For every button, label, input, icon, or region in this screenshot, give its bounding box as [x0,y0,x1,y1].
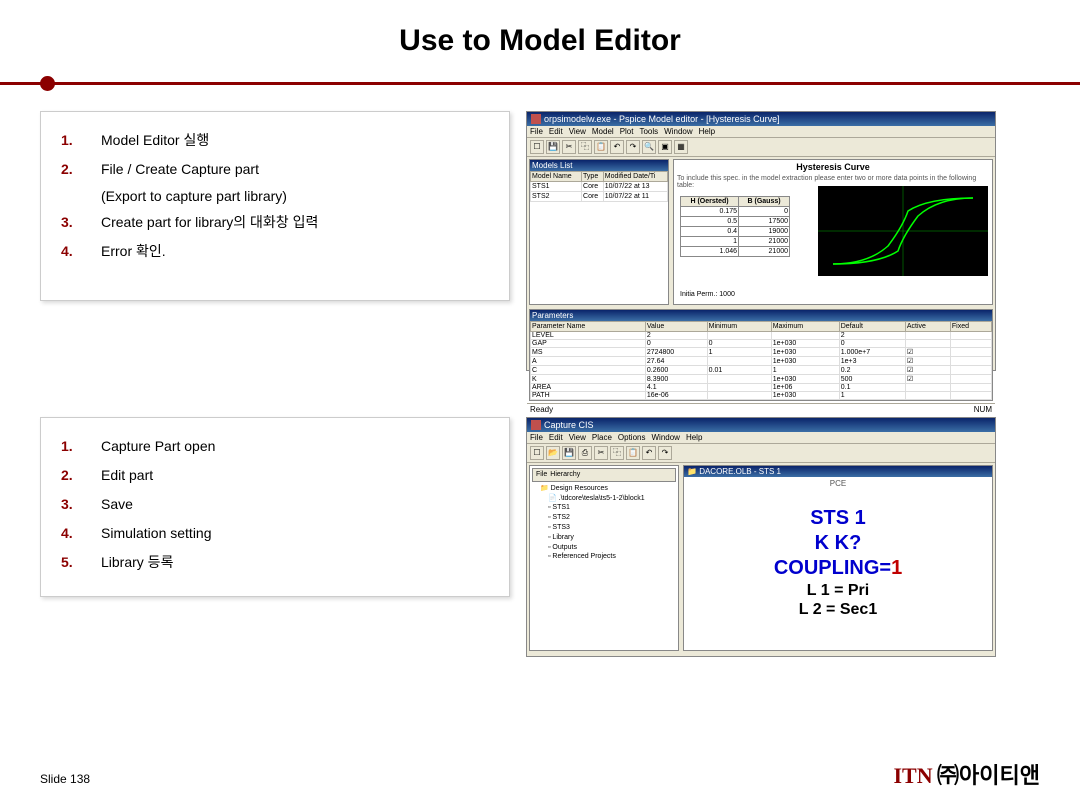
instruction-box-1: 1.Model Editor 실행 2.File / Create Capture… [40,111,510,301]
grid-icon[interactable]: ▦ [674,140,688,154]
save-icon[interactable]: 💾 [546,140,560,154]
toolbar[interactable]: ☐💾✂⿻📋↶↷🔍▣▦ [527,138,995,157]
list-item: 1.Model Editor 실행 [61,130,489,151]
bh-table[interactable]: H (Oersted)B (Gauss)0.17500.5175000.4190… [680,196,790,257]
list-item: 3.Create part for library의 대화창 입력 [61,212,489,233]
menu-item[interactable]: View [569,127,586,136]
sym-coupling: COUPLING=1 [684,556,992,581]
print-icon[interactable]: ⎙ [578,446,592,460]
capture-app: Capture CIS File Edit View Place Options Wind… [526,417,996,657]
schematic-symbol: STS 1 K K? COUPLING=1 L 1 = Pri L 2 = Se… [684,490,992,619]
list-item: 1.Capture Part open [61,436,489,457]
hysteresis-panel: Hysteresis Curve To include this spec. i… [673,159,993,305]
menu-item[interactable]: File [530,127,543,136]
app-icon [531,420,541,430]
hysteresis-plot [818,186,988,276]
tree-item[interactable]: ▫ Library [532,533,676,543]
menu-item[interactable]: Options [618,433,646,442]
menu-item[interactable]: View [569,433,586,442]
menu-item[interactable]: Edit [549,127,563,136]
toolbar[interactable]: ☐📂💾⎙✂⿻📋↶↷ [527,444,995,463]
slide-number: Slide 138 [40,772,90,786]
cut-icon[interactable]: ✂ [594,446,608,460]
models-table[interactable]: Model NameTypeModified Date/TiSTS1Core10… [530,171,668,202]
sym-l1: L 1 = Pri [684,581,992,600]
fit-icon[interactable]: ▣ [658,140,672,154]
brand: ITN ㈜아이티앤 [893,758,1040,790]
init-perm: Initia Perm.: 1000 [680,291,735,298]
menu-item[interactable]: Tools [639,127,658,136]
menu-item[interactable]: Model [592,127,614,136]
list-item: 4.Error 확인. [61,241,489,262]
menu-item[interactable]: Place [592,433,612,442]
list-item: 3.Save [61,494,489,515]
hysteresis-title: Hysteresis Curve [674,160,992,174]
instruction-box-2: 1.Capture Part open 2.Edit part 3.Save 4.Si… [40,417,510,597]
redo-icon[interactable]: ↷ [658,446,672,460]
titlebar: orpsimodelw.exe - Pspice Model editor - … [527,112,995,126]
divider [0,82,1080,85]
list-item: 2.File / Create Capture part [61,159,489,180]
models-list-panel: Models List Model NameTypeModified Date/… [529,159,669,305]
list-item-sub: (Export to capture part library) [101,188,489,204]
tree-item[interactable]: ▫ Outputs [532,543,676,553]
cut-icon[interactable]: ✂ [562,140,576,154]
paste-icon[interactable]: 📋 [594,140,608,154]
zoom-icon[interactable]: 🔍 [642,140,656,154]
tree-item[interactable]: ▫ STS2 [532,513,676,523]
statusbar: ReadyNUM [527,403,995,415]
menu-item[interactable]: Help [686,433,702,442]
copy-icon[interactable]: ⿻ [578,140,592,154]
sym-l2: L 2 = Sec1 [684,600,992,619]
menu-item[interactable]: Help [699,127,715,136]
models-list-header: Models List [530,160,668,171]
tree-item[interactable]: ▫ Referenced Projects [532,552,676,562]
schematic-panel: 📁 DACORE.OLB - STS 1 PCE STS 1 K K? COUP… [683,465,993,651]
menu-item[interactable]: Window [664,127,692,136]
tree-item[interactable]: 📄 .\tdcore\tesla\ts5-1-2\block1 [532,494,676,504]
new-icon[interactable]: ☐ [530,446,544,460]
parameters-table[interactable]: Parameter NameValueMinimumMaximumDefault… [530,321,992,400]
menubar[interactable]: File Edit View Place Options Window Help [527,432,995,444]
open-icon[interactable]: ☐ [530,140,544,154]
pce-label: PCE [684,477,992,490]
paste-icon[interactable]: 📋 [626,446,640,460]
project-tree[interactable]: FileHierarchy 📁 Design Resources 📄 .\tdc… [529,465,679,651]
tree-item[interactable]: ▫ STS1 [532,503,676,513]
undo-icon[interactable]: ↶ [610,140,624,154]
menubar[interactable]: File Edit View Model Plot Tools Window Help [527,126,995,138]
tree-tabs[interactable]: FileHierarchy [532,468,676,482]
list-item: 5.Library 등록 [61,552,489,573]
copy-icon[interactable]: ⿻ [610,446,624,460]
sym-kk: K K? [684,531,992,556]
page-title: Use to Model Editor [0,0,1080,58]
sym-refdes: STS 1 [684,506,992,531]
save-icon[interactable]: 💾 [562,446,576,460]
parameters-header: Parameters [530,310,992,321]
menu-item[interactable]: Edit [549,433,563,442]
list-item: 2.Edit part [61,465,489,486]
open-icon[interactable]: 📂 [546,446,560,460]
tree-root[interactable]: 📁 Design Resources [532,484,676,494]
menu-item[interactable]: File [530,433,543,442]
schematic-title: 📁 DACORE.OLB - STS 1 [684,466,992,477]
model-editor-app: orpsimodelw.exe - Pspice Model editor - … [526,111,996,371]
parameters-panel: Parameters Parameter NameValueMinimumMax… [529,309,993,401]
titlebar: Capture CIS [527,418,995,432]
undo-icon[interactable]: ↶ [642,446,656,460]
menu-item[interactable]: Plot [620,127,634,136]
app-icon [531,114,541,124]
redo-icon[interactable]: ↷ [626,140,640,154]
list-item: 4.Simulation setting [61,523,489,544]
menu-item[interactable]: Window [651,433,679,442]
tree-item[interactable]: ▫ STS3 [532,523,676,533]
